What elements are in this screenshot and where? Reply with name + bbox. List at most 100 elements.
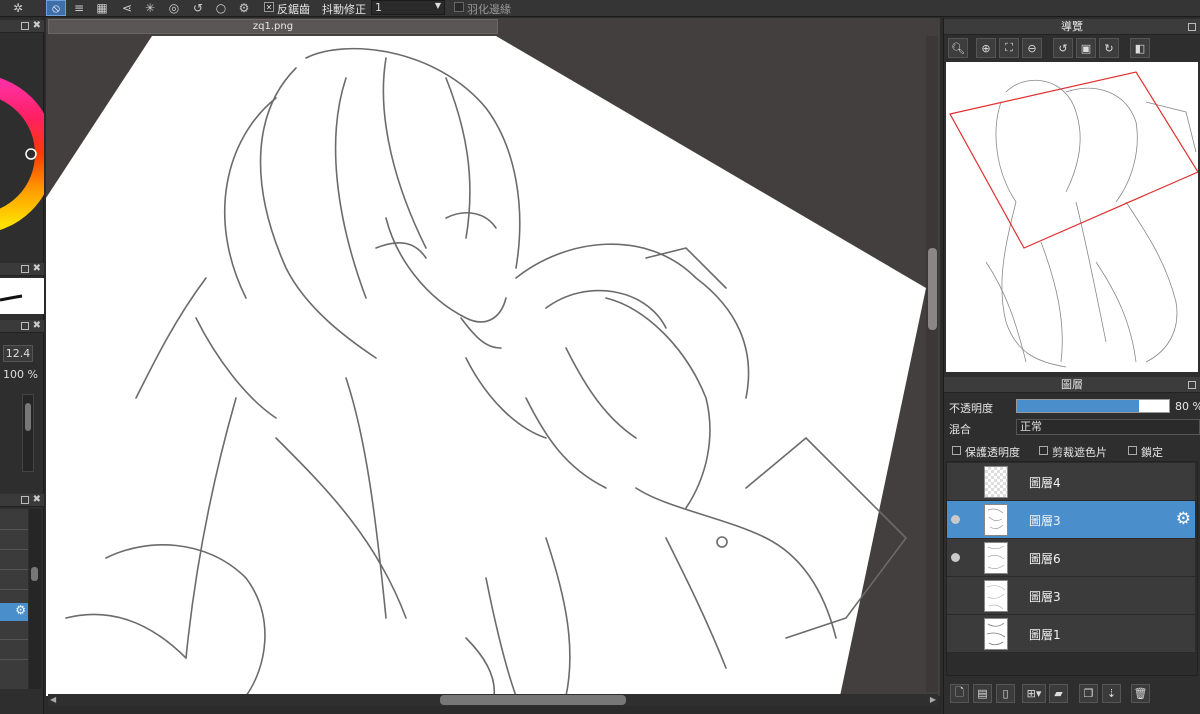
snap-curve-button[interactable]: ↺ bbox=[188, 0, 208, 16]
new-layer-button[interactable]: 🗋 bbox=[950, 684, 969, 703]
gear-icon[interactable]: ⚙ bbox=[1176, 509, 1191, 529]
hue-picker[interactable] bbox=[25, 148, 37, 160]
layer-thumbnail bbox=[984, 466, 1008, 498]
zoom-tool-button[interactable]: 🔍︎ bbox=[948, 38, 968, 58]
new-folder-button[interactable]: ▰ bbox=[1049, 684, 1068, 703]
navigator-sketch bbox=[985, 79, 1197, 368]
flip-icon: ◧ bbox=[1134, 41, 1146, 55]
scroll-left-icon[interactable]: ◀ bbox=[50, 695, 56, 704]
snap-settings-button[interactable]: ⚙ bbox=[234, 0, 254, 16]
layer-name: 圖層6 bbox=[1029, 552, 1061, 566]
snap-circle-button[interactable]: ◎ bbox=[164, 0, 184, 16]
feather-label: 羽化邊緣 bbox=[467, 3, 511, 16]
gear-icon[interactable]: ⚙ bbox=[0, 603, 28, 621]
layer-opacity-label: 不透明度 bbox=[949, 402, 993, 415]
close-icon[interactable]: ✖ bbox=[33, 20, 41, 31]
close-icon[interactable]: ✖ bbox=[33, 320, 41, 331]
zoom-in-button[interactable]: ⊕ bbox=[976, 38, 996, 58]
rotate-left-icon: ↺ bbox=[1058, 41, 1068, 55]
blend-mode-value: 正常 bbox=[1020, 420, 1042, 433]
navigator-title: 導覽 bbox=[1061, 20, 1083, 33]
close-icon[interactable]: ✖ bbox=[33, 263, 41, 274]
new-halftone-layer-button[interactable]: ▤ bbox=[973, 684, 992, 703]
new-1bit-layer-button[interactable]: ▯ bbox=[996, 684, 1015, 703]
color-panel-header: ✖ bbox=[0, 20, 44, 33]
layer-name: 圖層3 bbox=[1029, 514, 1061, 528]
protect-alpha-checkbox[interactable] bbox=[952, 446, 961, 455]
layer-row[interactable]: 圖層1 bbox=[947, 615, 1195, 653]
snap-ellipse-button[interactable]: ○ bbox=[211, 0, 231, 16]
add-layer-menu-button[interactable]: ⊞▾ bbox=[1022, 684, 1046, 703]
trash-icon: 🗑︎ bbox=[1133, 687, 1148, 700]
snap-none-button[interactable]: ⦸ bbox=[46, 0, 66, 16]
magnifier-icon: 🔍︎ bbox=[951, 41, 965, 55]
zoom-in-icon: ⊕ bbox=[981, 41, 991, 55]
snap-radial-button[interactable]: ✳ bbox=[140, 0, 160, 16]
popout-icon[interactable] bbox=[1188, 23, 1196, 31]
brush-size-field[interactable]: 12.4 bbox=[3, 345, 33, 362]
popout-icon[interactable] bbox=[21, 265, 29, 273]
fit-screen-icon: ⛶ bbox=[1005, 41, 1013, 54]
drawing-canvas[interactable] bbox=[46, 18, 940, 696]
rotate-right-button[interactable]: ↻ bbox=[1099, 38, 1119, 58]
canvas-horizontal-scroll-thumb[interactable] bbox=[440, 695, 626, 705]
zoom-out-button[interactable]: ⊖ bbox=[1022, 38, 1042, 58]
layer-row[interactable]: 圖層6 bbox=[947, 539, 1195, 577]
brush-stroke-preview bbox=[0, 278, 44, 314]
layer-name: 圖層1 bbox=[1029, 628, 1061, 642]
layer-row[interactable]: 圖層4 bbox=[947, 463, 1195, 501]
canvas-vertical-scroll-thumb[interactable] bbox=[928, 248, 937, 330]
popout-icon[interactable] bbox=[21, 322, 29, 330]
brush-list-scrollbar[interactable] bbox=[22, 394, 34, 472]
protect-alpha-label: 保護透明度 bbox=[965, 446, 1020, 459]
stabilizer-select[interactable]: 1 ▼ bbox=[371, 0, 445, 15]
zoom-out-icon: ⊖ bbox=[1027, 41, 1037, 55]
close-icon[interactable]: ✖ bbox=[33, 494, 41, 505]
feather-checkbox[interactable] bbox=[454, 2, 464, 12]
scroll-right-icon[interactable]: ▶ bbox=[930, 695, 936, 704]
flip-horizontal-button[interactable]: ◧ bbox=[1130, 38, 1150, 58]
snap-off-icon[interactable]: ✲ bbox=[8, 0, 28, 16]
lock-checkbox[interactable] bbox=[1128, 446, 1137, 455]
merge-down-button[interactable]: ⇣ bbox=[1102, 684, 1121, 703]
canvas-vertical-scrollbar[interactable] bbox=[926, 36, 938, 692]
navigator-view-frame[interactable] bbox=[949, 71, 1198, 249]
layer-thumbnail bbox=[984, 542, 1008, 574]
snap-perspective-button[interactable]: ⋖ bbox=[117, 0, 137, 16]
add-layer-icon: ⊞▾ bbox=[1026, 687, 1042, 700]
popout-icon[interactable] bbox=[21, 496, 29, 504]
layer-thumbnail bbox=[984, 504, 1008, 536]
layer-row-selected[interactable]: 圖層3 ⚙ bbox=[947, 501, 1195, 539]
canvas-file-tab[interactable]: zq1.png bbox=[48, 19, 498, 34]
popout-icon[interactable] bbox=[1188, 381, 1196, 389]
page-1-icon: ▯ bbox=[1002, 687, 1009, 700]
folder-icon: ▰ bbox=[1054, 687, 1063, 700]
layers-panel-header: 圖層 bbox=[944, 377, 1200, 393]
antialias-checkbox[interactable]: ✕ bbox=[264, 2, 274, 12]
brush-preview-header: ✖ bbox=[0, 263, 44, 276]
popout-icon[interactable] bbox=[21, 22, 29, 30]
duplicate-layer-button[interactable]: ❐ bbox=[1079, 684, 1098, 703]
reset-view-button[interactable]: ▣ bbox=[1076, 38, 1096, 58]
navigator-preview[interactable] bbox=[946, 62, 1198, 372]
clipping-checkbox[interactable] bbox=[1039, 446, 1048, 455]
layer-opacity-slider[interactable] bbox=[1016, 399, 1170, 413]
rotate-left-button[interactable]: ↺ bbox=[1053, 38, 1073, 58]
layer-mini-scrollbar[interactable] bbox=[29, 509, 41, 689]
layer-name: 圖層3 bbox=[1029, 590, 1061, 604]
snap-grid-button[interactable]: ▦ bbox=[92, 0, 112, 16]
layer-thumbnail bbox=[984, 618, 1008, 650]
blend-mode-select[interactable]: 正常 bbox=[1016, 419, 1200, 435]
rotate-right-icon: ↻ bbox=[1104, 41, 1114, 55]
left-dock: ✖ ✖ ✖ 12.4 100 % ✖ ⚙ bbox=[0, 18, 44, 714]
fit-window-button[interactable]: ⛶ bbox=[999, 38, 1019, 58]
snap-parallel-button[interactable]: ≡ bbox=[69, 0, 89, 16]
visibility-icon[interactable] bbox=[951, 515, 960, 524]
duplicate-icon: ❐ bbox=[1083, 687, 1094, 700]
layer-row[interactable]: 圖層3 bbox=[947, 577, 1195, 615]
visibility-icon[interactable] bbox=[951, 553, 960, 562]
canvas-viewport[interactable] bbox=[46, 18, 940, 696]
color-wheel[interactable] bbox=[0, 34, 44, 270]
merge-down-icon: ⇣ bbox=[1106, 687, 1117, 700]
delete-layer-button[interactable]: 🗑︎ bbox=[1131, 684, 1150, 703]
